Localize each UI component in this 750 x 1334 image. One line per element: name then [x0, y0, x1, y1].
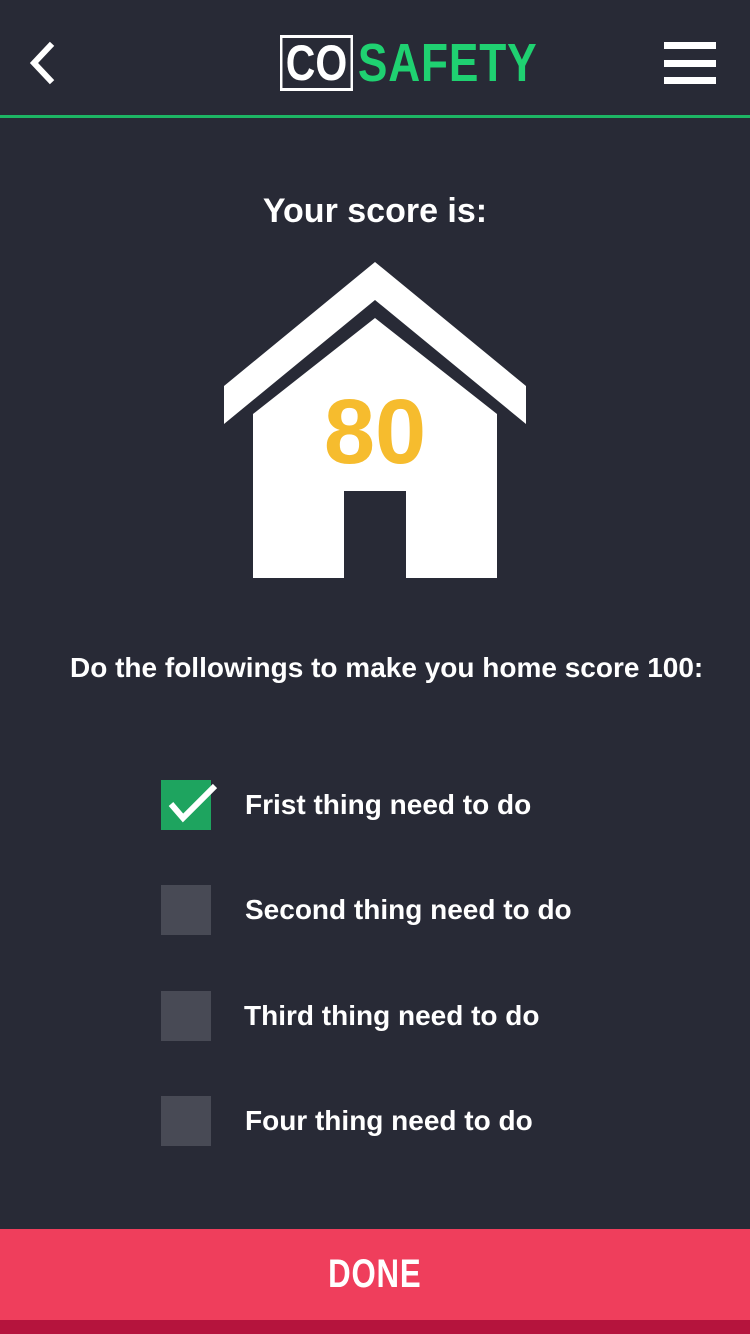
menu-button[interactable] — [664, 42, 716, 84]
instructions-text: Do the followings to make you home score… — [70, 652, 704, 683]
task-item-4[interactable]: Four thing need to do — [161, 1096, 681, 1146]
task-item-3[interactable]: Third thing need to do — [161, 991, 681, 1041]
task-item-1[interactable]: Frist thing need to do — [161, 780, 681, 830]
task-label-2: Second thing need to do — [245, 894, 572, 925]
back-button[interactable] — [22, 38, 66, 88]
task-checkbox-4[interactable] — [161, 1096, 211, 1146]
task-checkbox-1[interactable] — [161, 780, 218, 830]
app-header: CO SAFETY — [0, 0, 750, 118]
checkmark-icon — [168, 783, 218, 823]
score-heading: Your score is: — [262, 192, 488, 230]
logo-safety-text: SAFETY — [357, 33, 538, 93]
logo-co-text: CO — [280, 35, 353, 91]
task-item-2[interactable]: Second thing need to do — [161, 885, 681, 935]
task-checkbox-2[interactable] — [161, 885, 211, 935]
task-label-1: Frist thing need to do — [245, 789, 532, 820]
chevron-left-icon — [29, 41, 55, 85]
app-logo: CO SAFETY — [280, 35, 538, 91]
task-label-3: Third thing need to do — [244, 1000, 540, 1031]
task-label-4: Four thing need to do — [245, 1105, 533, 1136]
score-value: 80 — [323, 381, 427, 483]
done-label: DONE — [328, 1252, 422, 1296]
task-checkbox-3[interactable] — [161, 991, 211, 1041]
done-button[interactable]: DONE — [0, 1229, 750, 1334]
